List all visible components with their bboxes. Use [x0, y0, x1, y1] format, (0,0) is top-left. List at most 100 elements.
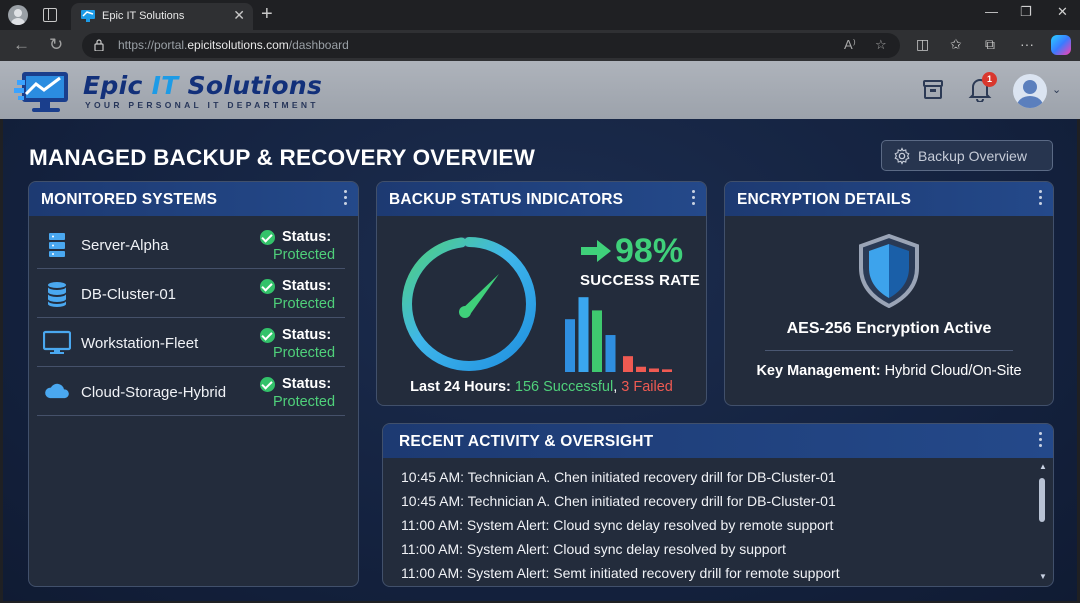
card-title: MONITORED SYSTEMS — [41, 191, 218, 208]
status-label: Status: — [282, 327, 332, 343]
status-label: Status: — [282, 376, 332, 392]
system-row[interactable]: Cloud-Storage-Hybrid Status: Protected — [37, 367, 345, 416]
status-value: Protected — [273, 345, 336, 361]
kebab-menu-icon[interactable] — [1039, 190, 1043, 208]
success-rate-value: 98% — [615, 232, 684, 270]
profile-icon[interactable] — [8, 5, 28, 25]
success-bar — [578, 297, 589, 372]
kebab-menu-icon[interactable] — [344, 190, 348, 208]
key-management: Key Management: Hybrid Cloud/On-Site — [756, 363, 1022, 379]
card-header: ENCRYPTION DETAILS — [725, 182, 1053, 216]
backup-overview-button[interactable]: Backup Overview — [881, 140, 1053, 171]
logo-tagline: YOUR PERSONAL IT DEPARTMENT — [85, 100, 319, 110]
card-header: BACKUP STATUS INDICATORS — [377, 182, 706, 216]
success-bar — [605, 335, 616, 372]
activity-entry: 11:00 AM: System Alert: Cloud sync delay… — [401, 517, 834, 533]
lock-icon — [94, 39, 104, 51]
success-bar — [592, 310, 602, 372]
status-value: Protected — [273, 247, 336, 263]
activity-entry: 11:00 AM: System Alert: Semt initiated r… — [401, 565, 840, 581]
scrollbar-thumb[interactable] — [1039, 478, 1045, 522]
check-circle-icon — [260, 279, 275, 294]
scrollbar[interactable]: ▲ ▼ — [1037, 462, 1049, 582]
failed-count: 3 Failed — [621, 379, 673, 395]
failed-bar — [623, 356, 633, 372]
encryption-card: ENCRYPTION DETAILS AES-256 Encryption Ac… — [724, 181, 1054, 406]
status-label: Status: — [282, 229, 332, 245]
scroll-up-icon[interactable]: ▲ — [1039, 462, 1047, 471]
archive-icon[interactable] — [921, 77, 945, 101]
kebab-menu-icon[interactable] — [1039, 432, 1043, 450]
browser-tab[interactable]: Epic IT Solutions ✕ — [71, 3, 253, 30]
divider — [765, 350, 1013, 351]
success-gauge — [402, 237, 536, 371]
activity-entry: 10:45 AM: Technician A. Chen initiated r… — [401, 469, 836, 485]
server-icon — [49, 233, 65, 257]
last-24-hours: Last 24 Hours: 156 Successful, 3 Failed — [410, 379, 673, 395]
monitor-icon — [43, 330, 71, 354]
card-title: RECENT ACTIVITY & OVERSIGHT — [399, 433, 654, 450]
status-value: Protected — [273, 296, 336, 312]
browser-toolbar: ← ↻ https://portal.epicitsolutions.com/d… — [0, 30, 1080, 61]
system-row[interactable]: Workstation-Fleet Status: Protected — [37, 318, 345, 367]
failed-bar — [649, 368, 659, 372]
new-tab-icon[interactable]: + — [261, 3, 273, 25]
split-screen-icon[interactable]: ◫ — [916, 36, 929, 53]
tab-title: Epic IT Solutions — [102, 10, 185, 22]
check-circle-icon — [260, 230, 275, 245]
encryption-status: AES-256 Encryption Active — [786, 320, 992, 337]
kebab-menu-icon[interactable] — [692, 190, 696, 208]
favorites-icon[interactable]: ✩ — [950, 36, 962, 53]
check-circle-icon — [260, 328, 275, 343]
tab-actions-icon[interactable] — [43, 8, 57, 22]
activity-entry: 10:45 AM: Technician A. Chen initiated r… — [401, 493, 836, 509]
dashboard-main: MANAGED BACKUP & RECOVERY OVERVIEW Backu… — [3, 119, 1077, 601]
read-aloud-icon[interactable]: A⁾ — [844, 37, 856, 53]
monitored-systems-card: MONITORED SYSTEMS Server-Alpha Status: P… — [28, 181, 359, 587]
backup-overview-label: Backup Overview — [918, 148, 1027, 164]
url-text: https://portal.epicitsolutions.com/dashb… — [118, 38, 349, 52]
logo-mark — [14, 72, 68, 112]
status-label: Status: — [282, 278, 332, 294]
check-circle-icon — [260, 377, 275, 392]
back-icon[interactable]: ← — [13, 34, 30, 56]
close-tab-icon[interactable]: ✕ — [233, 7, 245, 24]
activity-entry: 11:00 AM: System Alert: Cloud sync delay… — [401, 541, 786, 557]
arrow-right-icon — [581, 240, 611, 262]
system-row[interactable]: DB-Cluster-01 Status: Protected — [37, 269, 345, 318]
scroll-down-icon[interactable]: ▼ — [1039, 572, 1047, 581]
recent-activity-card: RECENT ACTIVITY & OVERSIGHT 10:45 AM: Te… — [382, 423, 1054, 587]
card-title: BACKUP STATUS INDICATORS — [389, 191, 624, 208]
successful-count: 156 Successful — [514, 379, 614, 395]
card-header: RECENT ACTIVITY & OVERSIGHT — [383, 424, 1053, 458]
failed-bar — [662, 369, 672, 372]
failed-bar — [636, 366, 646, 372]
collections-icon[interactable]: ⧉ — [985, 36, 995, 53]
system-name: Server-Alpha — [81, 237, 169, 254]
logo-text: Epic IT Solutions — [83, 71, 323, 100]
browser-tab-bar: Epic IT Solutions ✕ + — ❐ ✕ — [0, 0, 1080, 30]
card-header: MONITORED SYSTEMS — [29, 182, 358, 216]
address-bar[interactable]: https://portal.epicitsolutions.com/dashb… — [82, 33, 900, 58]
close-window-icon[interactable]: ✕ — [1057, 4, 1068, 20]
system-row[interactable]: Server-Alpha Status: Protected — [37, 220, 345, 269]
gear-icon — [894, 147, 910, 165]
copilot-icon[interactable] — [1051, 35, 1071, 55]
refresh-icon[interactable]: ↻ — [49, 34, 63, 56]
site-header: Epic IT Solutions YOUR PERSONAL IT DEPAR… — [0, 61, 1080, 119]
favorite-star-icon[interactable]: ☆ — [875, 37, 887, 53]
cloud-icon — [45, 383, 69, 399]
maximize-icon[interactable]: ❐ — [1020, 4, 1032, 20]
success-bar — [565, 319, 575, 372]
system-name: Cloud-Storage-Hybrid — [81, 384, 227, 401]
chevron-down-icon[interactable]: ⌄ — [1052, 83, 1061, 96]
database-icon — [48, 282, 66, 307]
shield-icon — [859, 234, 919, 308]
avatar[interactable] — [1013, 74, 1047, 108]
system-name: Workstation-Fleet — [81, 335, 199, 352]
more-menu-icon[interactable]: ··· — [1020, 36, 1034, 52]
system-name: DB-Cluster-01 — [81, 286, 177, 303]
mini-bar-chart — [565, 297, 672, 372]
minimize-icon[interactable]: — — [985, 4, 998, 19]
status-value: Protected — [273, 394, 336, 410]
